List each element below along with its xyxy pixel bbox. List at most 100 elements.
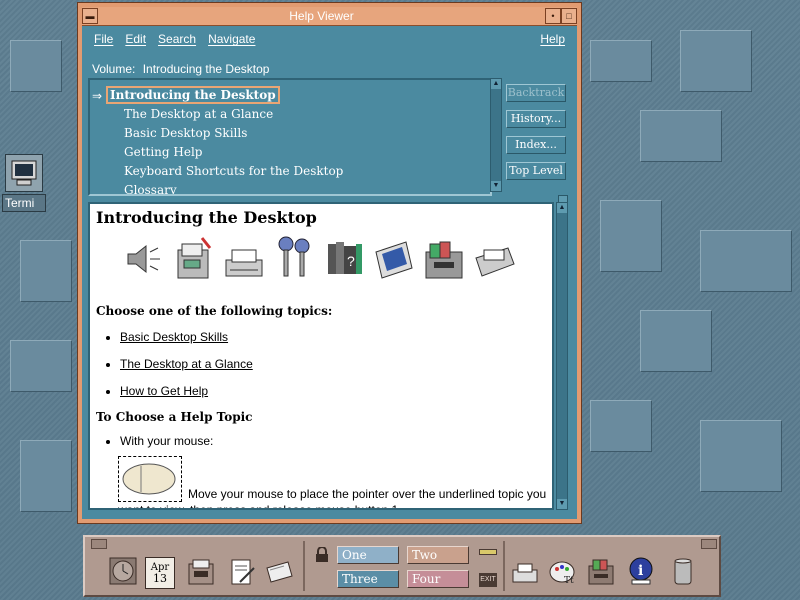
link-how-to-get-help[interactable]: How to Get Help	[120, 384, 208, 398]
application-drawer-icon	[588, 559, 614, 585]
topic-tree[interactable]: ⇒ Introducing the Desktop The Desktop at…	[88, 78, 492, 196]
toc-item-introducing[interactable]: Introducing the Desktop	[106, 86, 280, 104]
menu-edit[interactable]: Edit	[125, 32, 146, 46]
desktop-tile	[640, 110, 722, 162]
svg-text:?: ?	[347, 253, 355, 269]
help-manager-button[interactable]: i	[625, 555, 657, 587]
mouse-instructions-text: Move your mouse to place the pointer ove…	[118, 487, 547, 510]
topic-illustration-row: ?	[122, 234, 516, 282]
mail-icon	[266, 561, 293, 583]
workspace-three-button[interactable]: Three	[337, 570, 399, 588]
current-topic-arrow-icon: ⇒	[92, 89, 103, 103]
help-books-icon: ?	[328, 242, 362, 274]
file-manager-button[interactable]	[185, 555, 217, 587]
toc-item-desktop-at-a-glance[interactable]: The Desktop at a Glance	[124, 107, 273, 121]
link-desktop-at-a-glance[interactable]: The Desktop at a Glance	[120, 357, 253, 371]
top-level-button[interactable]: Top Level	[506, 162, 566, 180]
mail-button[interactable]	[263, 555, 295, 587]
choose-topics-heading: Choose one of the following topics:	[96, 304, 333, 318]
exit-button[interactable]: EXIT	[479, 573, 497, 587]
menu-search[interactable]: Search	[158, 32, 196, 46]
link-item: How to Get Help	[106, 384, 208, 398]
desktop-tile	[20, 440, 72, 512]
terminal-desktop-icon[interactable]: Termi	[2, 154, 46, 212]
keys-icon	[278, 236, 310, 277]
minimize-button[interactable]: •	[545, 8, 561, 24]
trash-can-icon	[674, 558, 692, 585]
terminal-label: Termi	[2, 194, 46, 212]
content-scrollbar[interactable]: ▲ ▼	[556, 202, 568, 510]
toc-item-glossary[interactable]: Glossary	[124, 183, 177, 194]
desktop-tile	[590, 400, 652, 452]
menu-file[interactable]: File	[94, 32, 113, 46]
workspace-four-button[interactable]: Four	[407, 570, 469, 588]
volume-row: Volume: Introducing the Desktop	[92, 62, 269, 76]
bullet-icon	[106, 335, 110, 340]
calendar-month: Apr	[150, 561, 170, 573]
file-manager-icon	[177, 237, 212, 279]
volume-label: Volume:	[92, 62, 136, 76]
panel-menu-handle[interactable]	[91, 539, 107, 549]
desktop-tile	[600, 200, 662, 272]
choose-help-topic-heading: To Choose a Help Topic	[96, 410, 253, 424]
panel-minimize-handle[interactable]	[701, 539, 717, 549]
terminal-icon	[5, 154, 43, 192]
style-palette-icon: Tt	[549, 561, 575, 586]
bullet-icon	[106, 362, 110, 367]
toc-item-keyboard-shortcuts[interactable]: Keyboard Shortcuts for the Desktop	[124, 164, 343, 178]
link-basic-desktop-skills[interactable]: Basic Desktop Skills	[120, 330, 228, 344]
style-manager-button[interactable]: Tt	[547, 555, 579, 587]
help-viewer-window: ▬ Help Viewer • □ File Edit Search Navig…	[77, 2, 582, 524]
toc-item-getting-help[interactable]: Getting Help	[124, 145, 202, 159]
window-menu-icon: ▬	[85, 11, 95, 21]
panel-divider	[303, 541, 305, 591]
desktop-tile	[10, 40, 62, 92]
menu-navigate[interactable]: Navigate	[208, 32, 255, 46]
desktop-tile	[700, 420, 782, 492]
speaker-icon	[127, 244, 160, 274]
bullet-icon	[106, 439, 110, 444]
lock-button[interactable]	[315, 546, 329, 566]
backtrack-button[interactable]: Backtrack	[506, 84, 566, 102]
desktop-tile	[640, 310, 712, 372]
window-menu-button[interactable]: ▬	[82, 8, 98, 24]
application-manager-button[interactable]	[585, 555, 617, 587]
scroll-up-arrow-icon[interactable]: ▲	[491, 79, 501, 89]
maximize-icon: □	[566, 11, 572, 21]
content-scroll-down-icon[interactable]: ▼	[557, 499, 567, 509]
with-mouse-item: With your mouse:	[106, 434, 213, 448]
printer-icon	[512, 563, 538, 583]
printer-button[interactable]	[509, 555, 541, 587]
lock-icon	[316, 546, 328, 562]
mouse-instructions: Move your mouse to place the pointer ove…	[118, 486, 552, 510]
topic-title: Introducing the Desktop	[96, 208, 317, 227]
svg-text:Tt: Tt	[564, 576, 574, 586]
menu-bar: File Edit Search Navigate Help	[82, 26, 577, 52]
application-manager-icon	[425, 241, 463, 279]
calendar-button[interactable]: Apr 13	[145, 557, 175, 589]
info-help-icon: i	[629, 557, 653, 585]
menu-help[interactable]: Help	[540, 32, 565, 46]
maximize-button[interactable]: □	[561, 8, 577, 24]
workspace-two-button[interactable]: Two	[407, 546, 469, 564]
volume-value: Introducing the Desktop	[142, 62, 270, 76]
style-manager-icon	[375, 241, 413, 279]
index-button[interactable]: Index...	[506, 136, 566, 154]
text-editor-button[interactable]	[225, 555, 257, 587]
printer-icon	[225, 249, 263, 277]
desktop-tile	[20, 240, 72, 302]
desktop-tile	[590, 40, 652, 82]
link-item: Basic Desktop Skills	[106, 330, 228, 344]
clock-button[interactable]	[107, 555, 139, 587]
toc-item-basic-skills[interactable]: Basic Desktop Skills	[124, 126, 247, 140]
trash-button[interactable]	[667, 555, 699, 587]
link-item: The Desktop at a Glance	[106, 357, 253, 371]
workspace-one-button[interactable]: One	[337, 546, 399, 564]
scroll-down-arrow-icon[interactable]: ▼	[491, 181, 501, 191]
content-scroll-up-icon[interactable]: ▲	[557, 203, 567, 213]
topic-tree-scrollbar[interactable]: ▲ ▼	[490, 78, 502, 192]
history-button[interactable]: History...	[506, 110, 566, 128]
desktop-tile	[680, 30, 752, 92]
desktop-tile	[10, 340, 72, 392]
title-bar[interactable]: ▬ Help Viewer • □	[82, 7, 577, 26]
